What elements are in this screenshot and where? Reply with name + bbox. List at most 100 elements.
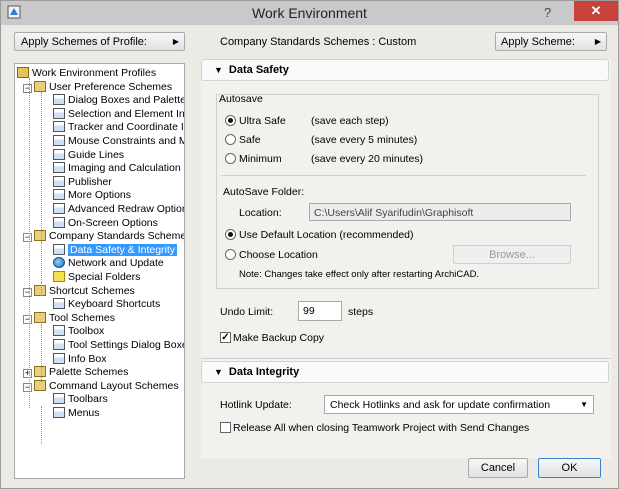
location-field[interactable]: C:\Users\Alif Syarifudin\Graphisoft bbox=[309, 203, 571, 221]
data-integrity-header[interactable]: ▼ Data Integrity bbox=[201, 361, 609, 383]
minimum-radio[interactable] bbox=[225, 153, 236, 164]
page-icon bbox=[53, 162, 65, 174]
tree-item-label: Command Layout Schemes bbox=[49, 379, 179, 392]
tree-item[interactable]: Keyboard Shortcuts bbox=[53, 298, 160, 312]
submenu-arrow-icon: ▶ bbox=[594, 37, 601, 46]
release-all-checkbox[interactable] bbox=[220, 422, 231, 433]
tree-item[interactable]: Tracker and Coordinate Inpu bbox=[53, 121, 184, 135]
choose-location-radio[interactable] bbox=[225, 249, 236, 260]
tree-item[interactable]: Menus bbox=[53, 407, 100, 421]
tree-item[interactable]: Selection and Element Inform bbox=[53, 107, 184, 122]
tree-guide-line bbox=[41, 92, 42, 242]
submenu-arrow-icon: ▶ bbox=[172, 37, 179, 46]
tree-item-label: User Preference Schemes bbox=[49, 80, 173, 93]
tree-item[interactable]: − Tool Schemes bbox=[23, 311, 115, 326]
tree-item[interactable]: Publisher bbox=[53, 175, 112, 190]
tree-item[interactable]: Info Box bbox=[53, 352, 107, 367]
tree-guide-line bbox=[29, 78, 30, 408]
tree-item[interactable]: Dialog Boxes and Palettes bbox=[53, 94, 185, 108]
tree-item[interactable]: Data Safety & Integrity bbox=[53, 243, 178, 258]
autosave-folder-label: AutoSave Folder: bbox=[223, 186, 305, 198]
globe-icon bbox=[53, 257, 65, 269]
tree-guide-line bbox=[41, 406, 42, 444]
undo-limit-input[interactable]: 99 bbox=[298, 301, 342, 321]
page-icon bbox=[53, 352, 65, 364]
title-bar[interactable]: Work Environment ? ✕ bbox=[1, 1, 618, 25]
page-icon bbox=[53, 339, 65, 350]
page-icon bbox=[53, 175, 65, 187]
tree-item[interactable]: Special Folders bbox=[53, 271, 140, 285]
tree-item[interactable]: Mouse Constraints and Meth bbox=[53, 135, 184, 149]
tree-item[interactable]: − Command Layout Schemes bbox=[23, 379, 179, 394]
tree-item[interactable]: − Shortcut Schemes bbox=[23, 284, 135, 299]
page-icon bbox=[53, 407, 65, 418]
profiles-tree[interactable]: Work Environment Profiles − User Preferenc… bbox=[14, 63, 185, 479]
tree-item[interactable]: Work Environment Profiles bbox=[17, 67, 156, 81]
tree-item-label: Tracker and Coordinate Inpu bbox=[68, 121, 184, 134]
page-icon bbox=[53, 393, 65, 405]
safe-radio[interactable] bbox=[225, 134, 236, 145]
tree-item-label: Advanced Redraw Options bbox=[68, 203, 185, 215]
tree-item[interactable]: + Palette Schemes bbox=[23, 366, 128, 380]
tree-item-label: Dialog Boxes and Palettes bbox=[68, 94, 185, 107]
work-environment-dialog: Work Environment ? ✕ Apply Schemes of Pr… bbox=[0, 0, 619, 489]
tree-guide-line bbox=[41, 282, 42, 296]
ultra-safe-label: Ultra Safe bbox=[239, 115, 286, 127]
tree-guide-line bbox=[41, 324, 42, 382]
data-safety-title: Data Safety bbox=[228, 64, 289, 76]
browse-button[interactable]: Browse... bbox=[453, 245, 571, 264]
tree-item-label: Toolbars bbox=[68, 393, 108, 406]
use-default-location-radio[interactable] bbox=[225, 229, 236, 240]
tree-item[interactable]: Guide Lines bbox=[53, 148, 124, 163]
undo-steps-label: steps bbox=[348, 306, 374, 318]
window-title: Work Environment bbox=[252, 5, 367, 21]
make-backup-checkbox[interactable]: ✓ bbox=[220, 332, 231, 343]
restart-note: Note: Changes take effect only after res… bbox=[239, 269, 480, 280]
hotlink-update-value: Check Hotlinks and ask for update confir… bbox=[330, 399, 551, 411]
apply-scheme-button[interactable]: Apply Scheme: ▶ bbox=[495, 32, 607, 51]
ultra-safe-radio[interactable] bbox=[225, 115, 236, 126]
autosave-label: Autosave bbox=[219, 93, 263, 105]
expand-collapse-icon[interactable]: − bbox=[23, 314, 32, 324]
tree-item-label: Mouse Constraints and Meth bbox=[68, 135, 184, 147]
ultra-safe-description: (save each step) bbox=[311, 115, 389, 127]
apply-schemes-of-profile-button[interactable]: Apply Schemes of Profile: ▶ bbox=[14, 32, 185, 51]
tree-item[interactable]: On-Screen Options bbox=[53, 216, 158, 231]
location-label: Location: bbox=[239, 207, 282, 219]
undo-limit-label: Undo Limit: bbox=[220, 306, 274, 318]
tree-item[interactable]: Imaging and Calculation bbox=[53, 162, 181, 176]
tree-item[interactable]: Toolbox bbox=[53, 325, 104, 339]
tree-item[interactable]: Network and Update bbox=[53, 257, 164, 271]
page-icon bbox=[53, 135, 65, 146]
help-button[interactable]: ? bbox=[544, 5, 551, 20]
expand-collapse-icon[interactable]: − bbox=[23, 382, 32, 392]
ok-button[interactable]: OK bbox=[538, 458, 601, 478]
tree-item[interactable]: − User Preference Schemes bbox=[23, 80, 173, 95]
tree-item[interactable]: Toolbars bbox=[53, 393, 108, 407]
tree-item[interactable]: Advanced Redraw Options bbox=[53, 203, 185, 217]
tree-item-label: On-Screen Options bbox=[68, 216, 158, 229]
apply-scheme-label: Apply Scheme: bbox=[501, 36, 575, 48]
data-safety-header[interactable]: ▼ Data Safety bbox=[201, 59, 609, 81]
folder-icon bbox=[34, 311, 46, 323]
cancel-button[interactable]: Cancel bbox=[468, 458, 528, 478]
chevron-down-icon: ▼ bbox=[580, 400, 588, 409]
expand-collapse-icon[interactable]: + bbox=[23, 369, 32, 379]
expand-collapse-icon[interactable]: − bbox=[23, 233, 32, 243]
collapse-triangle-icon: ▼ bbox=[214, 367, 223, 377]
page-icon bbox=[53, 203, 65, 214]
star-icon bbox=[53, 271, 65, 282]
close-button[interactable]: ✕ bbox=[574, 1, 618, 21]
tree-item-label: Tool Settings Dialog Boxes bbox=[68, 339, 185, 351]
page-icon bbox=[53, 148, 65, 160]
hotlink-update-select[interactable]: Check Hotlinks and ask for update confir… bbox=[324, 395, 594, 414]
tree-item[interactable]: − Company Standards Schemes bbox=[23, 230, 184, 244]
page-icon bbox=[53, 243, 65, 255]
tree-item[interactable]: More Options bbox=[53, 189, 131, 203]
make-backup-label: Make Backup Copy bbox=[233, 332, 325, 344]
expand-collapse-icon[interactable]: − bbox=[23, 83, 32, 93]
page-icon bbox=[53, 189, 65, 201]
profiles-icon bbox=[17, 67, 29, 78]
expand-collapse-icon[interactable]: − bbox=[23, 287, 32, 297]
tree-item[interactable]: Tool Settings Dialog Boxes bbox=[53, 339, 185, 353]
